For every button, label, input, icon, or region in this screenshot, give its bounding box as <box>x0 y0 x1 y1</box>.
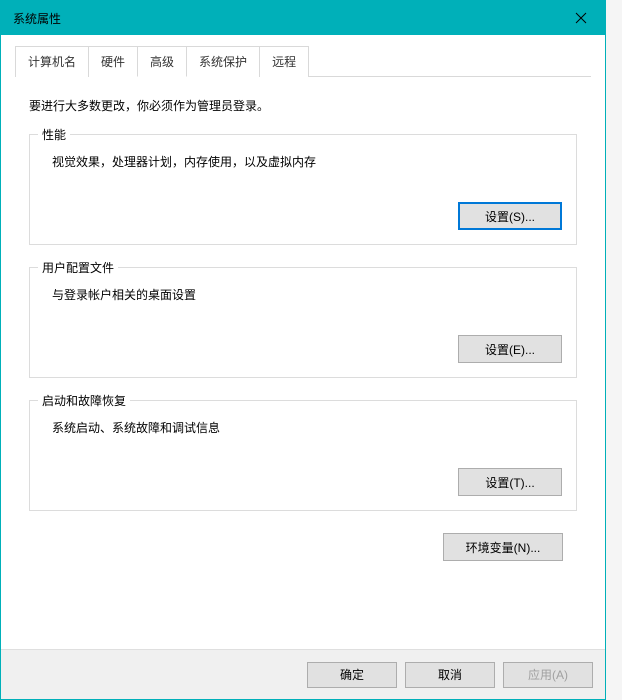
titlebar: 系统属性 <box>1 1 605 35</box>
tab-remote[interactable]: 远程 <box>259 46 309 77</box>
group-user-profiles-desc: 与登录帐户相关的桌面设置 <box>44 284 562 303</box>
group-startup-recovery-desc: 系统启动、系统故障和调试信息 <box>44 417 562 436</box>
ok-button[interactable]: 确定 <box>307 662 397 688</box>
env-vars-row: 环境变量(N)... <box>29 533 577 561</box>
intro-text: 要进行大多数更改，你必须作为管理员登录。 <box>29 97 577 114</box>
system-properties-window: 系统属性 计算机名 硬件 高级 系统保护 远程 要进行大多数更改，你必须作为管理… <box>0 0 606 700</box>
apply-button[interactable]: 应用(A) <box>503 662 593 688</box>
performance-settings-button[interactable]: 设置(S)... <box>458 202 562 230</box>
background-strip <box>606 0 622 700</box>
group-user-profiles: 用户配置文件 与登录帐户相关的桌面设置 设置(E)... <box>29 267 577 378</box>
group-startup-recovery: 启动和故障恢复 系统启动、系统故障和调试信息 设置(T)... <box>29 400 577 511</box>
tab-body-advanced: 要进行大多数更改，你必须作为管理员登录。 性能 视觉效果，处理器计划，内存使用，… <box>15 77 591 581</box>
window-title: 系统属性 <box>13 10 61 27</box>
group-performance: 性能 视觉效果，处理器计划，内存使用，以及虚拟内存 设置(S)... <box>29 134 577 245</box>
dialog-footer: 确定 取消 应用(A) <box>1 649 605 699</box>
close-icon <box>575 12 587 24</box>
tab-advanced[interactable]: 高级 <box>137 46 187 77</box>
close-button[interactable] <box>557 1 605 35</box>
cancel-button[interactable]: 取消 <box>405 662 495 688</box>
tab-strip: 计算机名 硬件 高级 系统保护 远程 <box>15 45 591 77</box>
tab-computer-name[interactable]: 计算机名 <box>15 46 89 77</box>
group-startup-recovery-title: 启动和故障恢复 <box>38 392 130 409</box>
environment-variables-button[interactable]: 环境变量(N)... <box>443 533 563 561</box>
startup-recovery-settings-button[interactable]: 设置(T)... <box>458 468 562 496</box>
content-area: 计算机名 硬件 高级 系统保护 远程 要进行大多数更改，你必须作为管理员登录。 … <box>1 35 605 649</box>
tab-system-protection[interactable]: 系统保护 <box>186 46 260 77</box>
user-profiles-settings-button[interactable]: 设置(E)... <box>458 335 562 363</box>
group-performance-desc: 视觉效果，处理器计划，内存使用，以及虚拟内存 <box>44 151 562 170</box>
group-user-profiles-title: 用户配置文件 <box>38 259 118 276</box>
group-performance-title: 性能 <box>38 126 70 143</box>
tab-hardware[interactable]: 硬件 <box>88 46 138 77</box>
